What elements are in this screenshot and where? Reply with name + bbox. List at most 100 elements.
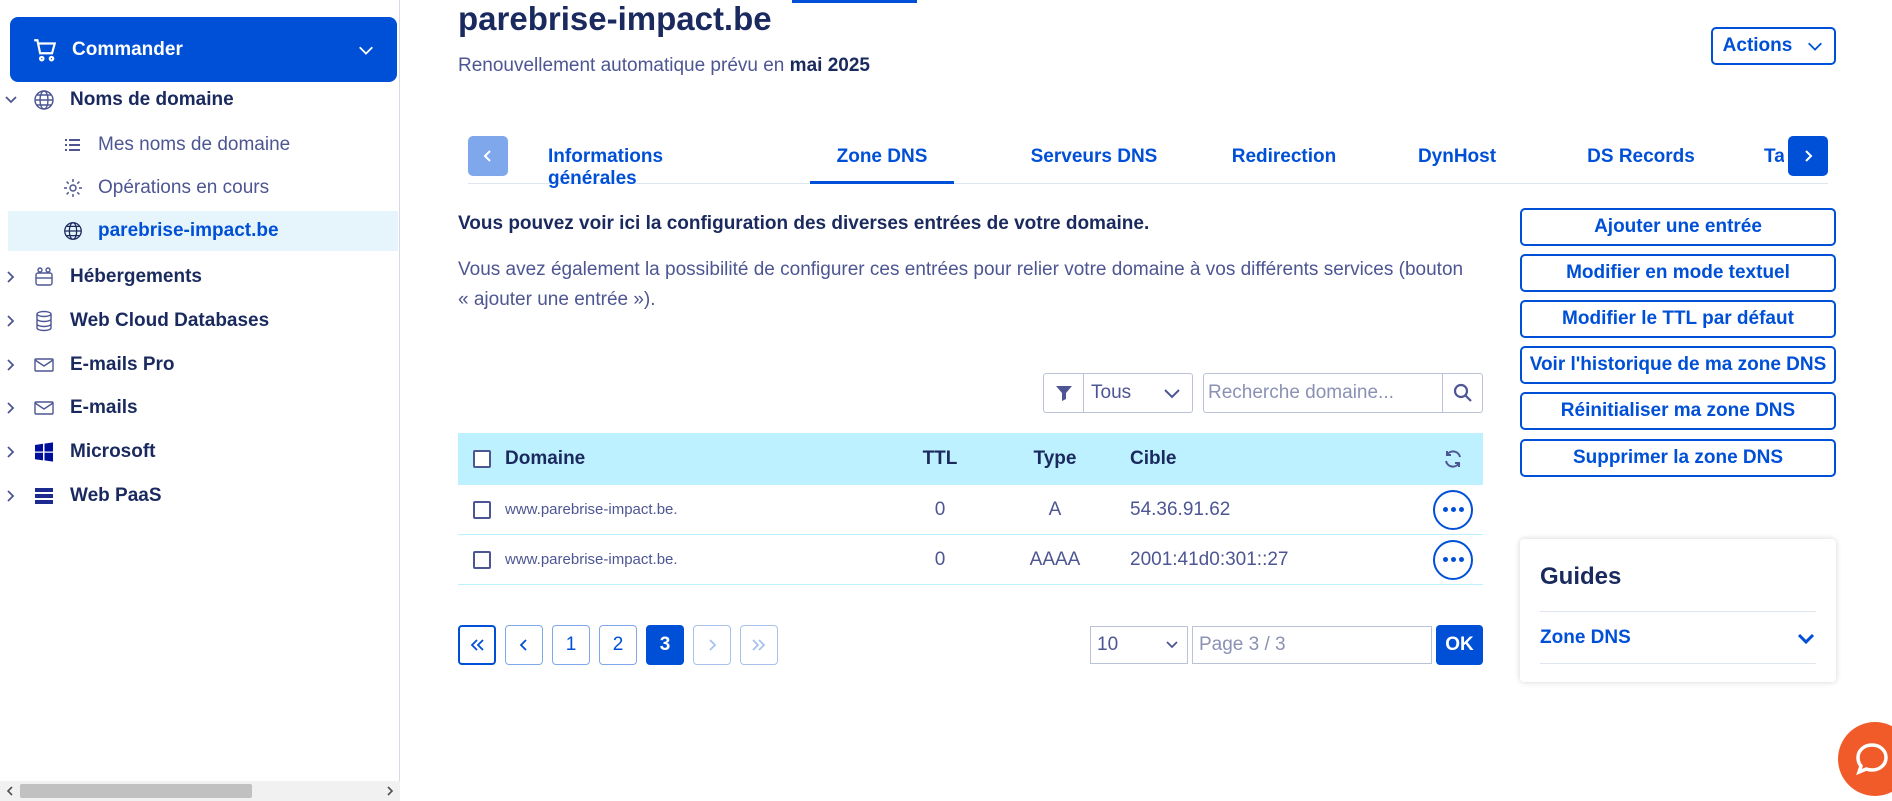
dns-records-table: Domaine TTL Type Cible www.parebrise-imp…	[458, 433, 1483, 585]
chevron-right-icon	[7, 446, 15, 458]
row-checkbox[interactable]	[472, 550, 491, 569]
row-actions-cell	[1423, 489, 1483, 530]
row-actions-cell	[1423, 539, 1483, 580]
list-icon	[65, 139, 80, 151]
delete-dns-zone-button[interactable]: Supprimer la zone DNS	[1520, 439, 1836, 477]
nav-item-label: Web PaaS	[70, 485, 162, 506]
chevron-right-icon	[709, 639, 717, 651]
tab-truncated[interactable]: Ta	[1764, 136, 1784, 184]
search-icon	[1453, 383, 1472, 402]
nav-item-microsoft[interactable]: Microsoft	[0, 432, 398, 472]
guides-panel: Guides Zone DNS	[1520, 539, 1836, 682]
chevron-right-icon	[7, 271, 15, 283]
scrollbar-thumb[interactable]	[20, 784, 252, 798]
info-heading: Vous pouvez voir ici la configuration de…	[458, 213, 1150, 234]
type-filter-select[interactable]: Tous	[1043, 373, 1193, 413]
page-button-2[interactable]: 2	[599, 625, 637, 665]
tab-ds-records[interactable]: DS Records	[1573, 136, 1709, 184]
search-button[interactable]	[1442, 374, 1482, 412]
guides-title: Guides	[1540, 563, 1622, 590]
row-more-button[interactable]	[1433, 489, 1473, 530]
sub-item-operations[interactable]: Opérations en cours	[62, 168, 269, 208]
double-chevron-right-icon	[752, 639, 766, 651]
page-button-1[interactable]: 1	[552, 625, 590, 665]
header-ttl[interactable]: TTL	[890, 448, 990, 470]
nav-item-emails[interactable]: E-mails	[0, 388, 398, 428]
page-number-input[interactable]	[1192, 626, 1432, 664]
row-check-cell	[458, 500, 505, 519]
refresh-icon[interactable]	[1442, 448, 1464, 470]
header-target[interactable]: Cible	[1120, 448, 1423, 470]
renewal-info: Renouvellement automatique prévu en mai …	[458, 55, 870, 77]
nav-item-databases[interactable]: Web Cloud Databases	[0, 301, 398, 341]
nav-item-label: E-mails	[70, 397, 138, 418]
nav-item-label: Microsoft	[70, 441, 156, 462]
tab-redirection[interactable]: Redirection	[1216, 136, 1352, 184]
row-checkbox[interactable]	[472, 500, 491, 519]
header-type[interactable]: Type	[990, 448, 1120, 470]
chevron-down-icon	[1808, 42, 1823, 51]
sub-item-my-domains[interactable]: Mes noms de domaine	[62, 125, 290, 165]
scroll-right-icon[interactable]	[383, 784, 397, 798]
select-all-checkbox[interactable]	[472, 450, 491, 468]
edit-default-ttl-button[interactable]: Modifier le TTL par défaut	[1520, 300, 1836, 338]
double-chevron-left-icon	[470, 639, 484, 651]
sub-item-current-domain[interactable]: parebrise-impact.be	[8, 211, 398, 251]
actions-dropdown[interactable]: Actions	[1711, 27, 1836, 65]
chevron-right-icon	[7, 315, 15, 327]
page-size-select[interactable]: 10	[1090, 626, 1188, 664]
sidebar: Commander Noms de domaine Mes noms de do…	[0, 0, 400, 801]
search-input[interactable]	[1204, 374, 1442, 412]
windows-icon	[35, 442, 53, 462]
search-box	[1203, 373, 1483, 413]
header-domain[interactable]: Domaine	[505, 448, 890, 470]
add-entry-button[interactable]: Ajouter une entrée	[1520, 208, 1836, 246]
page-button-3[interactable]: 3	[646, 625, 684, 665]
page-title: parebrise-impact.be	[458, 0, 772, 37]
order-label: Commander	[72, 38, 183, 60]
cell-ttl: 0	[934, 498, 946, 520]
tab-general-info[interactable]: Informations générales	[548, 136, 736, 189]
horizontal-scrollbar[interactable]	[0, 781, 400, 801]
chat-button[interactable]	[1838, 722, 1892, 796]
nav-item-label: Web Cloud Databases	[70, 310, 270, 331]
cell-domain: www.parebrise-impact.be.	[505, 501, 678, 518]
tab-dynhost[interactable]: DynHost	[1405, 136, 1509, 184]
guide-item-dns-zone[interactable]: Zone DNS	[1540, 612, 1816, 664]
row-more-button[interactable]	[1433, 539, 1473, 580]
chat-icon	[1856, 743, 1888, 776]
actions-label: Actions	[1722, 35, 1793, 56]
nav-item-hosting[interactable]: Hébergements	[0, 257, 398, 297]
reset-dns-zone-button[interactable]: Réinitialiser ma zone DNS	[1520, 392, 1836, 430]
cell-type: A	[1048, 498, 1062, 520]
tab-dns-zone[interactable]: Zone DNS	[810, 136, 954, 184]
cell-target: 2001:41d0:301::27	[1130, 548, 1289, 570]
sub-item-label: parebrise-impact.be	[98, 220, 279, 241]
sub-item-label: Opérations en cours	[98, 177, 270, 198]
select-all-cell	[458, 450, 505, 468]
chevron-down-icon	[1797, 633, 1815, 644]
edit-text-mode-button[interactable]: Modifier en mode textuel	[1520, 254, 1836, 292]
view-dns-history-button[interactable]: Voir l'historique de ma zone DNS	[1520, 346, 1836, 384]
prev-page-button[interactable]	[505, 625, 543, 665]
order-button[interactable]: Commander	[10, 17, 397, 82]
scroll-left-icon[interactable]	[3, 784, 17, 798]
page-size-value: 10	[1097, 634, 1119, 655]
nav-item-emails-pro[interactable]: E-mails Pro	[0, 345, 398, 385]
next-page-button[interactable]	[693, 625, 731, 665]
last-page-button[interactable]	[740, 625, 778, 665]
sub-item-label: Mes noms de domaine	[98, 134, 291, 155]
tab-dns-servers[interactable]: Serveurs DNS	[1009, 136, 1179, 184]
guide-item-label: Zone DNS	[1540, 626, 1631, 648]
first-page-button[interactable]	[458, 625, 496, 665]
go-to-page-button[interactable]: OK	[1436, 625, 1483, 665]
tab-prev-button[interactable]	[468, 136, 508, 176]
filter-icon	[1055, 386, 1072, 401]
cell-type: AAAA	[1029, 548, 1081, 570]
nav-item-web-paas[interactable]: Web PaaS	[0, 476, 398, 516]
globe-icon	[64, 222, 82, 240]
tab-next-button[interactable]	[1788, 136, 1828, 176]
gear-icon	[64, 179, 82, 197]
nav-item-domains[interactable]: Noms de domaine	[0, 80, 398, 120]
paas-icon	[35, 488, 53, 504]
